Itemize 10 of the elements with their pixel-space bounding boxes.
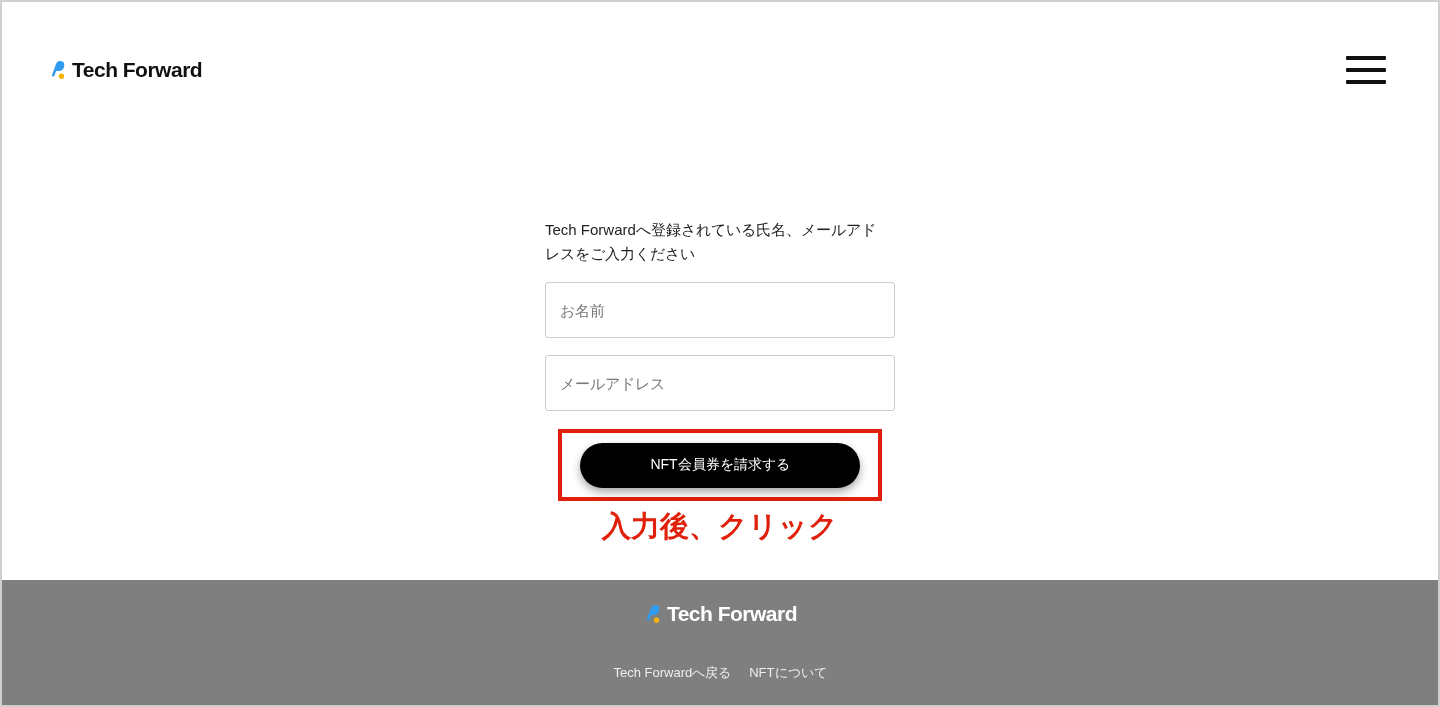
footer-link[interactable]: NFTについて (749, 664, 827, 682)
logo-text: Tech Forward (72, 58, 203, 82)
input-field[interactable]: お名前 (545, 282, 895, 338)
menu-icon[interactable] (1346, 56, 1386, 84)
input-field[interactable]: メールアドレス (545, 355, 895, 411)
logo-text: Tech Forward (666, 602, 798, 626)
submit-button[interactable]: NFT会員券を請求する (580, 442, 860, 488)
annotation-text: 入力後、クリック (602, 509, 838, 544)
footer-link[interactable]: Tech Forwardへ戻る (613, 664, 732, 682)
instruction-text: Tech Forwardへ登録されている氏名、メールアドレスをご入力ください (545, 220, 877, 264)
